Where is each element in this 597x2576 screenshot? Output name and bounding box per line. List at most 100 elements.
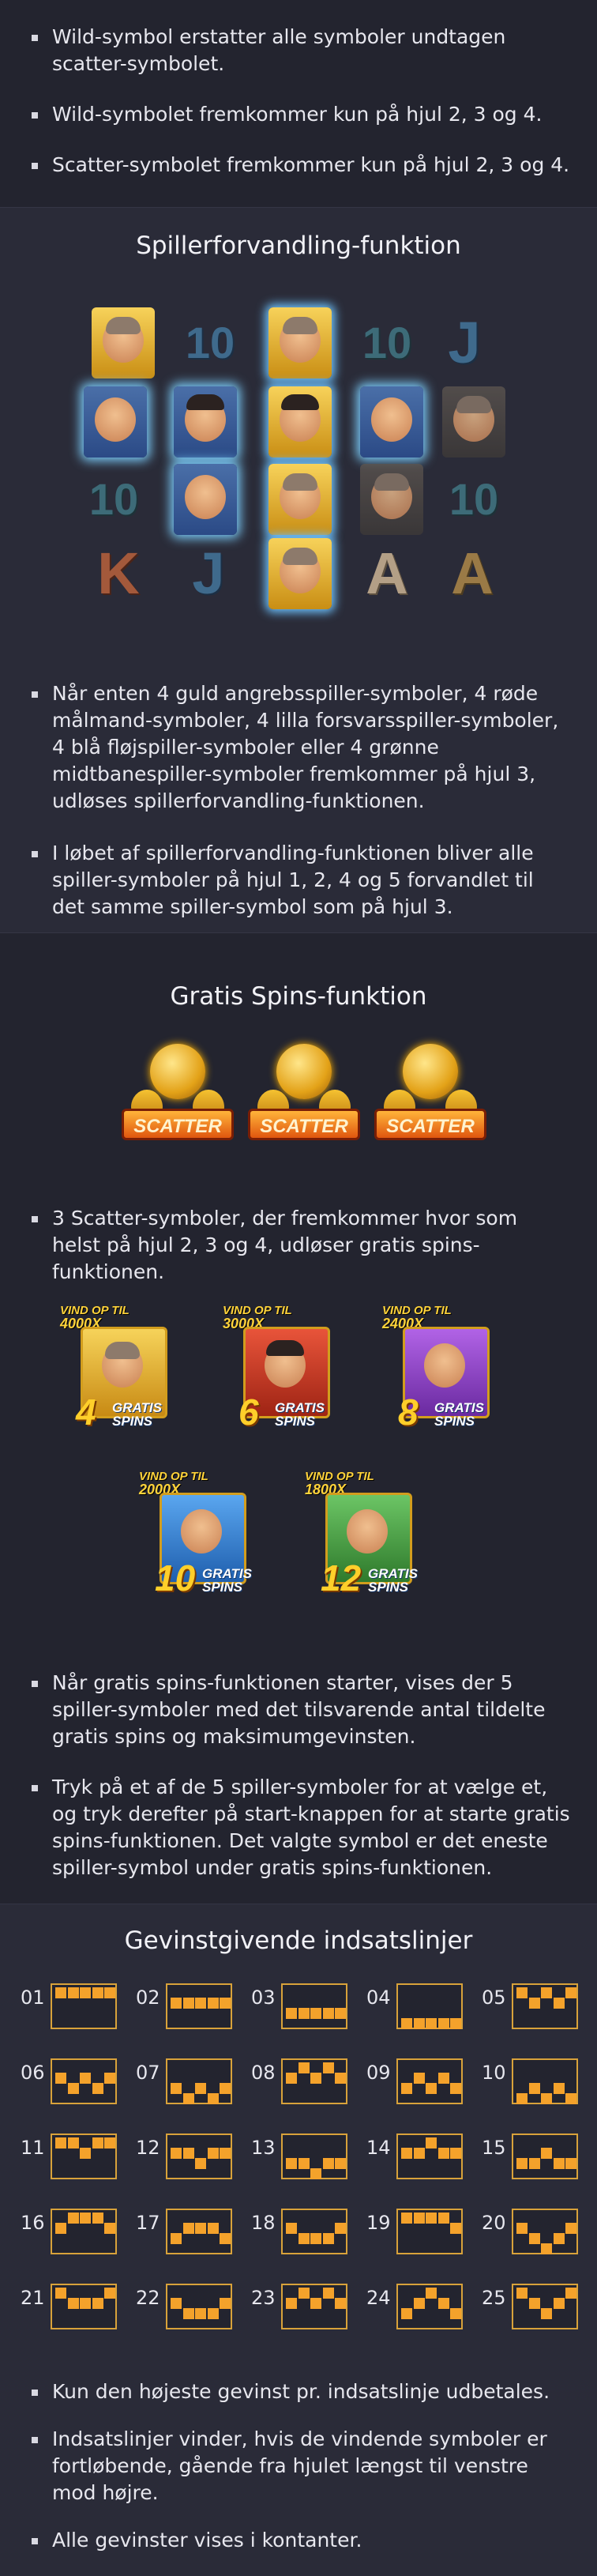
payline-cell (553, 2298, 565, 2309)
payline-cell (516, 2223, 528, 2234)
payline-cell (310, 2008, 321, 2019)
payline-01: 01 (21, 1983, 131, 2036)
transform-feature-section: Spillerforvandling-funktion 10 10 J 10 1… (0, 207, 597, 932)
player-symbol (360, 386, 423, 458)
player-symbol (268, 538, 332, 609)
payline-pattern (396, 2284, 463, 2329)
payline-pattern (512, 2058, 578, 2104)
payline-cell (104, 2073, 115, 2084)
list-item: Tryk på et af de 5 spiller-symboler for … (30, 1774, 570, 1881)
payline-cell (450, 2148, 461, 2159)
payline-cell (437, 2298, 449, 2309)
payline-cell (565, 2223, 576, 2234)
payline-cell (171, 1998, 182, 2009)
payline-cell (67, 2213, 79, 2224)
payline-cell (437, 2018, 449, 2029)
list-item: Når enten 4 guld angrebsspiller-symboler… (30, 680, 570, 815)
payline-cell (450, 2308, 461, 2319)
payline-number: 24 (366, 2287, 391, 2309)
payline-cell (55, 2137, 66, 2149)
payline-cell (516, 2158, 528, 2169)
card-symbol: J (448, 310, 481, 375)
payline-cell (92, 2213, 103, 2224)
scatter-symbols-row: SCATTER SCATTER SCATTER (118, 1044, 490, 1166)
free-spins-rules-list: Når gratis spins-funktionen starter, vis… (0, 1670, 597, 1881)
payline-cell (401, 2083, 412, 2094)
payline-cell (207, 2308, 219, 2319)
payline-03: 03 (251, 1983, 362, 2036)
payline-cell (565, 2158, 576, 2169)
payline-number: 19 (366, 2212, 391, 2234)
free-spins-option-6: VIND OP TIL 3000X 6 GRATIS SPINS (223, 1305, 333, 1435)
payline-pattern (396, 2058, 463, 2104)
payline-cell (553, 2158, 565, 2169)
payline-cell (322, 2158, 334, 2169)
payline-cell (322, 2288, 334, 2299)
payline-cell (207, 2093, 219, 2104)
payline-cell (195, 2083, 206, 2094)
payline-pattern (396, 2209, 463, 2254)
payline-cell (541, 2243, 552, 2254)
payline-number: 23 (251, 2287, 276, 2309)
payline-pattern (512, 2133, 578, 2179)
payline-cell (55, 2073, 66, 2084)
payline-cell (104, 1987, 115, 1998)
payline-pattern (166, 2058, 232, 2104)
payline-cell (220, 2233, 231, 2244)
payline-cell (286, 2008, 297, 2019)
card-symbol: 10 (362, 318, 412, 367)
payline-cell (55, 2223, 66, 2234)
payline-cell (413, 2073, 425, 2084)
payline-19: 19 (366, 2209, 477, 2261)
payline-cell (286, 2073, 297, 2084)
payline-pattern (512, 2284, 578, 2329)
payline-cell (195, 1998, 206, 2009)
payline-cell (207, 2223, 219, 2234)
payline-cell (553, 1998, 565, 2009)
payline-pattern (51, 1983, 117, 2029)
payline-cell (528, 1998, 540, 2009)
payline-cell (450, 2018, 461, 2029)
payline-pattern (396, 2133, 463, 2179)
payline-pattern (396, 1983, 463, 2029)
payline-cell (413, 2148, 425, 2159)
player-symbol (174, 386, 237, 458)
payline-pattern (512, 2209, 578, 2254)
payline-cell (322, 2008, 334, 2019)
payline-pattern (281, 1983, 347, 2029)
payline-cell (220, 1998, 231, 2009)
payline-cell (80, 2213, 91, 2224)
payline-05: 05 (482, 1983, 592, 2036)
payline-10: 10 (482, 2058, 592, 2111)
payline-cell (413, 2298, 425, 2309)
payline-cell (80, 2148, 91, 2159)
payline-pattern (166, 2133, 232, 2179)
payline-cell (413, 2213, 425, 2224)
list-item: Når gratis spins-funktionen starter, vis… (30, 1670, 570, 1750)
player-symbol (442, 386, 505, 458)
payline-22: 22 (136, 2284, 246, 2336)
list-item: Kun den højeste gevinst pr. indsatslinje… (30, 2378, 570, 2405)
payline-cell (310, 2233, 321, 2244)
payline-cell (553, 2083, 565, 2094)
payline-cell (67, 1987, 79, 1998)
free-spins-section: Gratis Spins-funktion SCATTER SCATTER SC… (0, 932, 597, 1904)
section-title: Gevinstgivende indsatslinjer (124, 1926, 473, 1955)
payline-pattern (281, 2133, 347, 2179)
payline-cell (92, 2083, 103, 2094)
scatter-symbol: SCATTER (245, 1044, 363, 1162)
payline-cell (220, 2083, 231, 2094)
transform-reel-illustration: 10 10 J 10 10 K J A A (79, 301, 518, 672)
payline-pattern (51, 2058, 117, 2104)
payline-cell (171, 2148, 182, 2159)
payline-cell (322, 2062, 334, 2073)
scatter-label: SCATTER (122, 1109, 234, 1140)
payline-11: 11 (21, 2133, 131, 2186)
payline-number: 16 (21, 2212, 45, 2234)
payline-cell (80, 1987, 91, 1998)
payline-number: 22 (136, 2287, 160, 2309)
list-item: Scatter-symbolet fremkommer kun på hjul … (30, 152, 570, 179)
payline-number: 21 (21, 2287, 45, 2309)
free-spins-option-8: VIND OP TIL 2400X 8 GRATIS SPINS (382, 1305, 493, 1435)
payline-cell (541, 1987, 552, 1998)
